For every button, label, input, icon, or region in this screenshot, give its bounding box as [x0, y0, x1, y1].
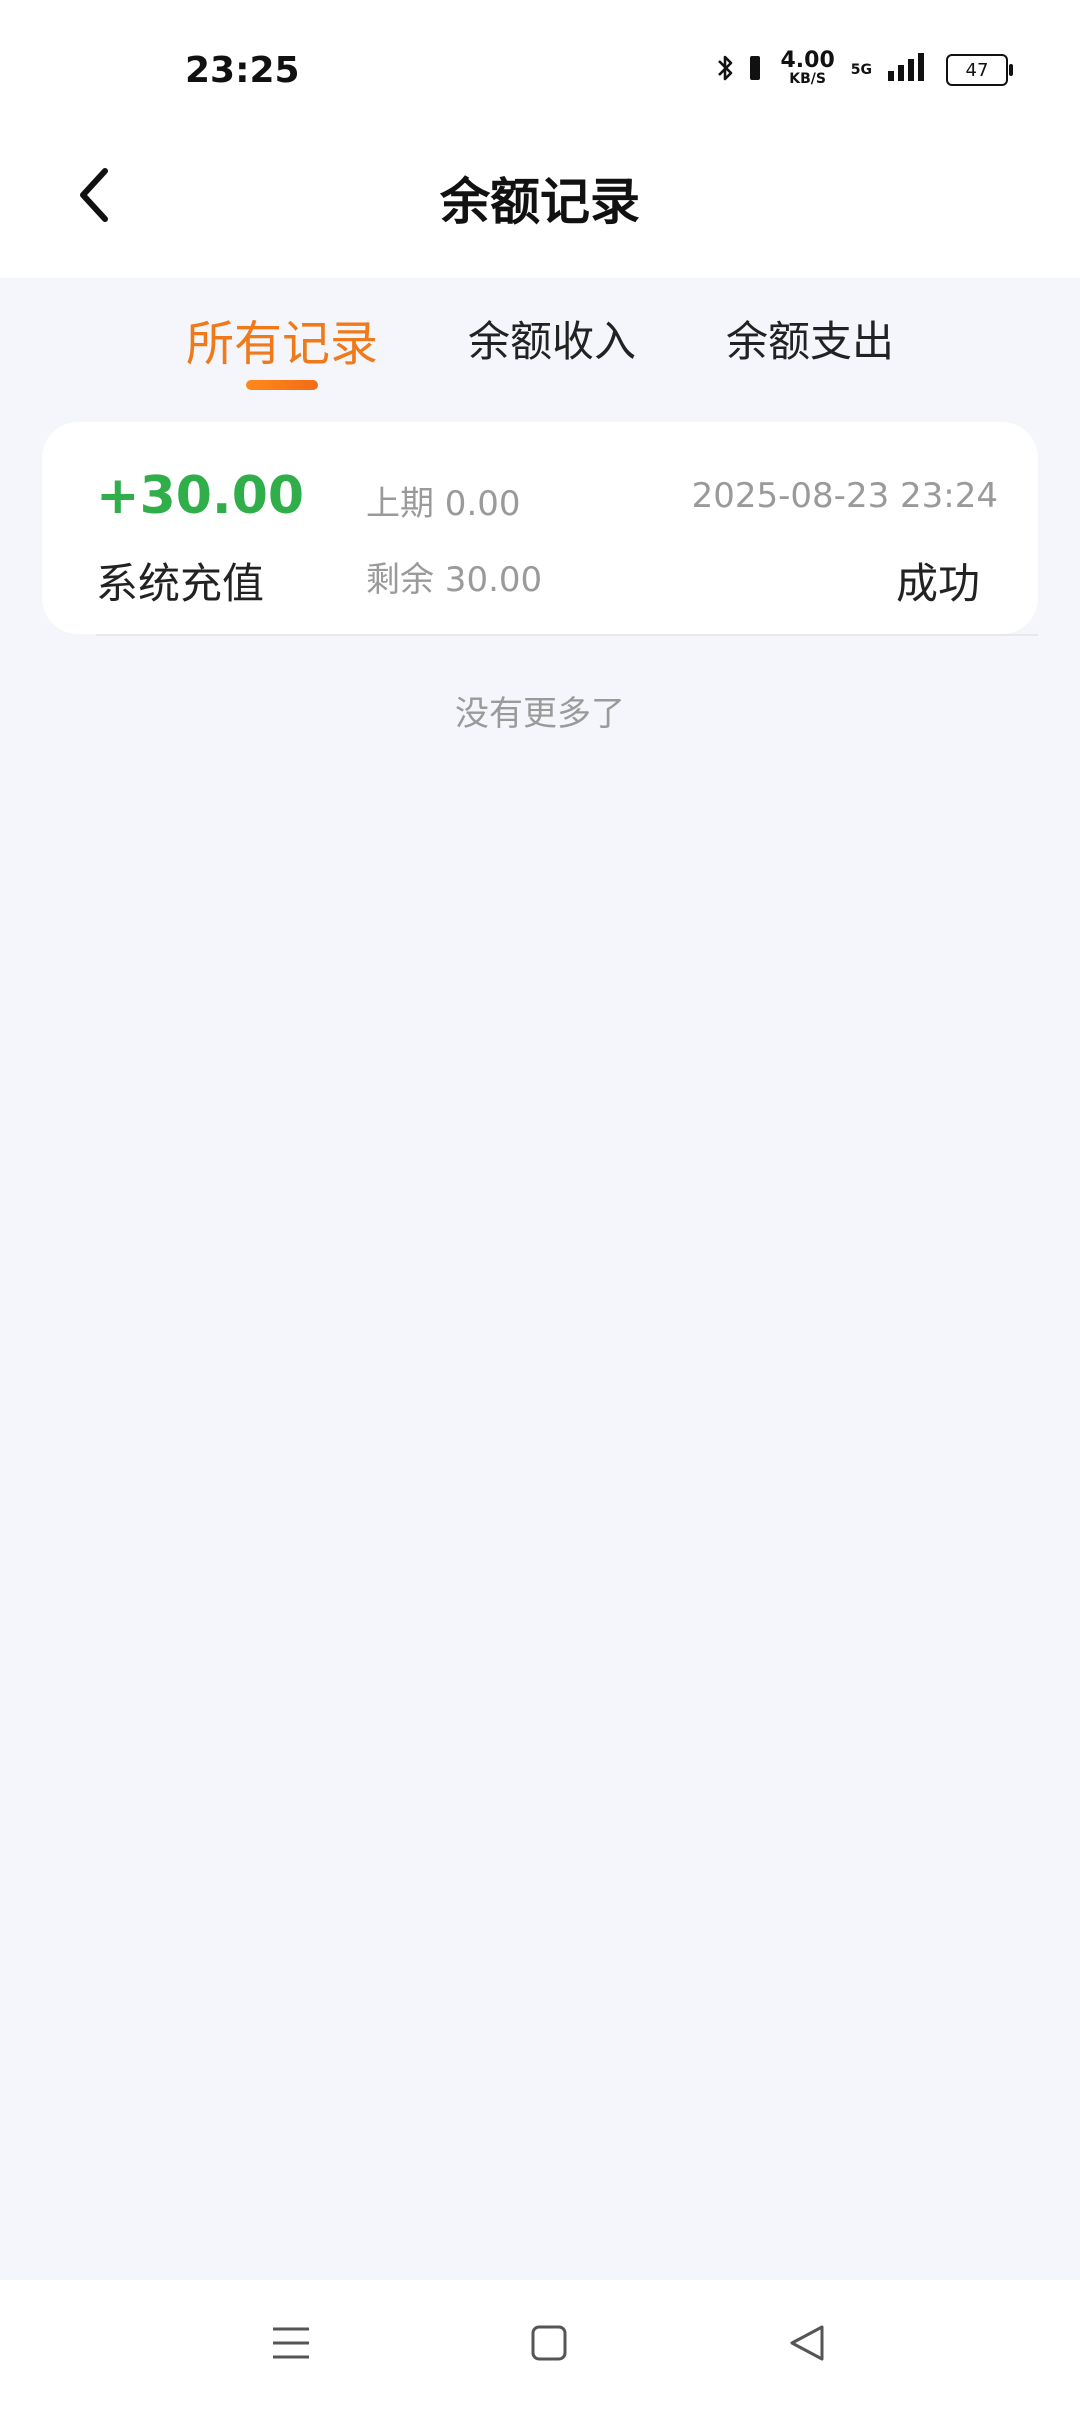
record-amount: +30.00: [96, 466, 305, 526]
network-speed-unit: KB/S: [789, 71, 826, 87]
network-speed: 4.00 KB/S: [780, 48, 835, 88]
record-remaining-balance: 剩余 30.00: [366, 560, 543, 600]
record-time: 2025-08-23 23:24: [691, 476, 998, 516]
record-status: 成功: [895, 559, 980, 608]
record-tabs: 所有记录 余额收入 余额支出: [0, 278, 1080, 398]
bluetooth-icon: [716, 53, 736, 87]
page-title: 余额记录: [440, 173, 640, 231]
network-type: 5G: [850, 62, 872, 78]
status-time: 23:25: [185, 50, 300, 91]
back-nav-button[interactable]: [772, 2310, 842, 2380]
record-item[interactable]: +30.00 系统充值 上期 0.00 剩余 30.00 2025-08-23 …: [42, 422, 1038, 634]
status-icons: 4.00 KB/S 5G 47: [716, 48, 1013, 88]
signal-bars-icon: [886, 53, 926, 87]
back-triangle-icon: [788, 2323, 826, 2367]
tab-balance-income[interactable]: 余额收入: [468, 308, 636, 369]
network-speed-value: 4.00: [780, 48, 835, 73]
home-square-icon: [530, 2324, 568, 2366]
system-nav-bar: [0, 2280, 1080, 2412]
home-button[interactable]: [514, 2310, 584, 2380]
app-header: 余额记录: [0, 140, 1080, 278]
battery-level: 47: [965, 59, 989, 81]
tab-all-records[interactable]: 所有记录: [186, 304, 378, 374]
status-bar: 23:25 4.00 KB/S 5G 47: [0, 0, 1080, 140]
list-end-text: 没有更多了: [455, 694, 625, 734]
record-type: 系统充值: [96, 559, 265, 608]
battery-icon: 47: [946, 54, 1013, 86]
record-previous-balance: 上期 0.00: [366, 484, 521, 524]
active-tab-indicator: [246, 380, 318, 390]
menu-icon: [271, 2325, 311, 2365]
vibrate-icon: [748, 54, 762, 86]
recent-apps-button[interactable]: [256, 2310, 326, 2380]
tab-balance-expense[interactable]: 余额支出: [726, 308, 894, 369]
divider: [96, 634, 1038, 636]
